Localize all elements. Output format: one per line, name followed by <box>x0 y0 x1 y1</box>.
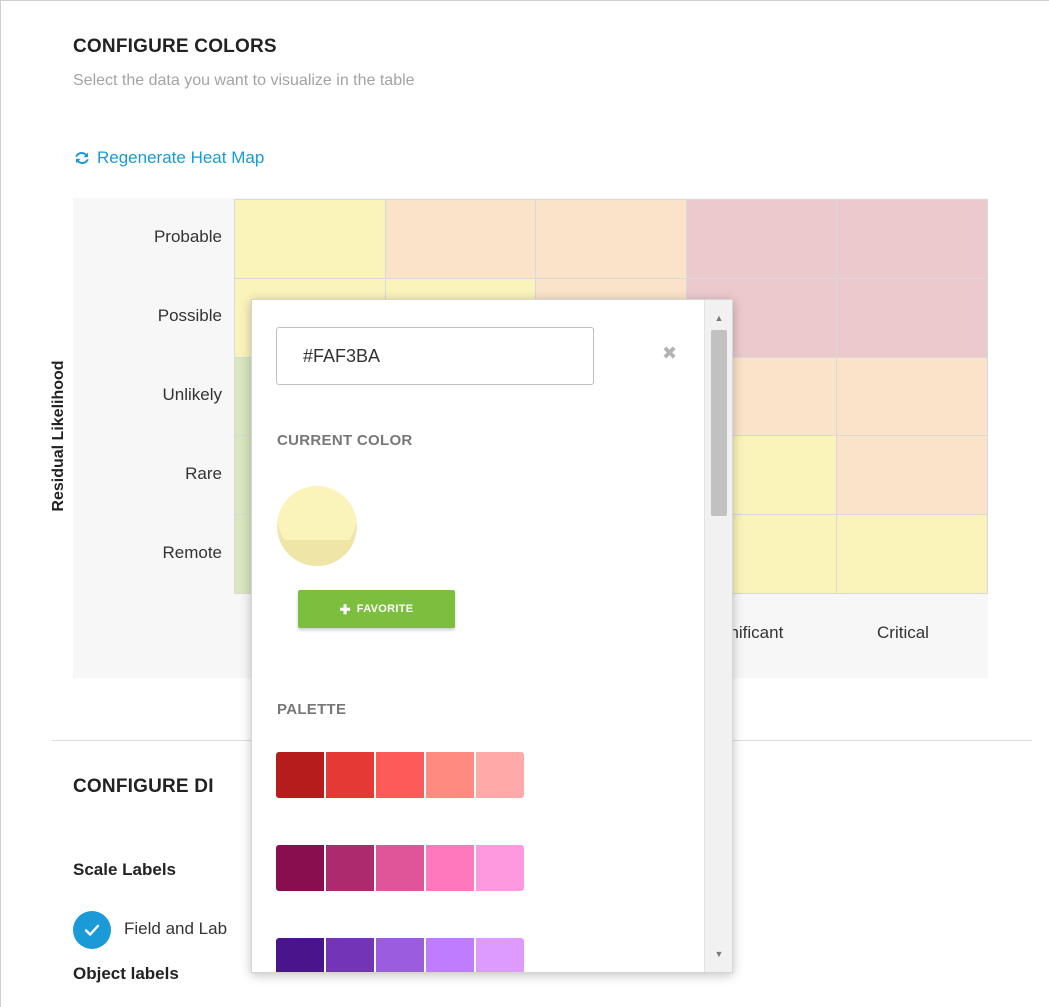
picker-scrollbar[interactable]: ▲ ▼ <box>704 300 732 972</box>
palette-swatch[interactable] <box>326 752 374 798</box>
scale-labels-title: Scale Labels <box>73 860 177 879</box>
palette-swatch[interactable] <box>426 938 474 972</box>
heatmap-cell[interactable] <box>837 200 988 279</box>
current-color-label: CURRENT COLOR <box>277 432 413 449</box>
refresh-icon <box>75 151 89 165</box>
heatmap-cell[interactable] <box>837 515 988 594</box>
configure-colors-subtitle: Select the data you want to visualize in… <box>73 72 415 89</box>
plus-icon: ✚ <box>339 601 351 617</box>
row-label-unlikely: Unlikely <box>162 385 222 404</box>
row-label-remote: Remote <box>162 543 222 562</box>
heatmap-cell[interactable] <box>385 200 537 279</box>
palette-swatch[interactable] <box>276 752 324 798</box>
current-color-swatch <box>277 486 357 566</box>
scrollbar-thumb[interactable] <box>711 330 727 516</box>
palette-row-purple <box>276 938 524 972</box>
regenerate-heat-map-label: Regenerate Heat Map <box>97 148 265 167</box>
palette-row-red <box>276 752 524 798</box>
close-icon[interactable]: ✖ <box>662 344 677 362</box>
palette-swatch[interactable] <box>426 845 474 891</box>
configure-display-title: CONFIGURE DI <box>73 776 214 797</box>
object-labels-title: Object labels <box>73 964 179 983</box>
heatmap-cell[interactable] <box>837 357 988 437</box>
palette-swatch[interactable] <box>326 845 374 891</box>
y-axis-label: Residual Likelihood <box>50 360 67 512</box>
row-label-rare: Rare <box>185 464 222 483</box>
palette-swatch[interactable] <box>376 752 424 798</box>
column-label-critical: Critical <box>877 623 929 642</box>
favorite-button[interactable]: ✚ FAVORITE <box>298 590 455 628</box>
row-label-possible: Possible <box>157 306 222 325</box>
palette-swatch[interactable] <box>426 752 474 798</box>
palette-swatch[interactable] <box>276 938 324 972</box>
row-label-probable: Probable <box>153 227 222 246</box>
palette-swatch[interactable] <box>476 752 524 798</box>
field-and-label-checkbox[interactable] <box>73 911 111 949</box>
heatmap-cell[interactable] <box>837 278 988 358</box>
palette-row-pink <box>276 845 524 891</box>
heatmap-cell[interactable] <box>235 200 386 279</box>
palette-swatch[interactable] <box>476 938 524 972</box>
palette-swatch[interactable] <box>276 845 324 891</box>
palette-label: PALETTE <box>277 701 347 718</box>
palette-swatch[interactable] <box>326 938 374 972</box>
palette-swatch[interactable] <box>376 938 424 972</box>
scroll-down-arrow-icon[interactable]: ▼ <box>705 942 732 966</box>
color-picker-popup: ✖ CURRENT COLOR ✚ FAVORITE PALETTE ▲ ▼ <box>251 299 733 973</box>
palette-swatch[interactable] <box>376 845 424 891</box>
field-and-label-option-label: Field and Lab <box>124 919 228 938</box>
checkmark-icon <box>84 924 100 936</box>
palette-swatch[interactable] <box>476 845 524 891</box>
heatmap-cell[interactable] <box>686 200 838 279</box>
favorite-button-label: FAVORITE <box>356 603 414 615</box>
heatmap-cell[interactable] <box>536 200 687 279</box>
configure-colors-title: CONFIGURE COLORS <box>73 36 277 57</box>
heatmap-cell[interactable] <box>837 436 988 516</box>
hex-color-input[interactable] <box>276 327 594 385</box>
scroll-up-arrow-icon[interactable]: ▲ <box>705 306 732 330</box>
regenerate-heat-map-link[interactable]: Regenerate Heat Map <box>73 148 264 168</box>
